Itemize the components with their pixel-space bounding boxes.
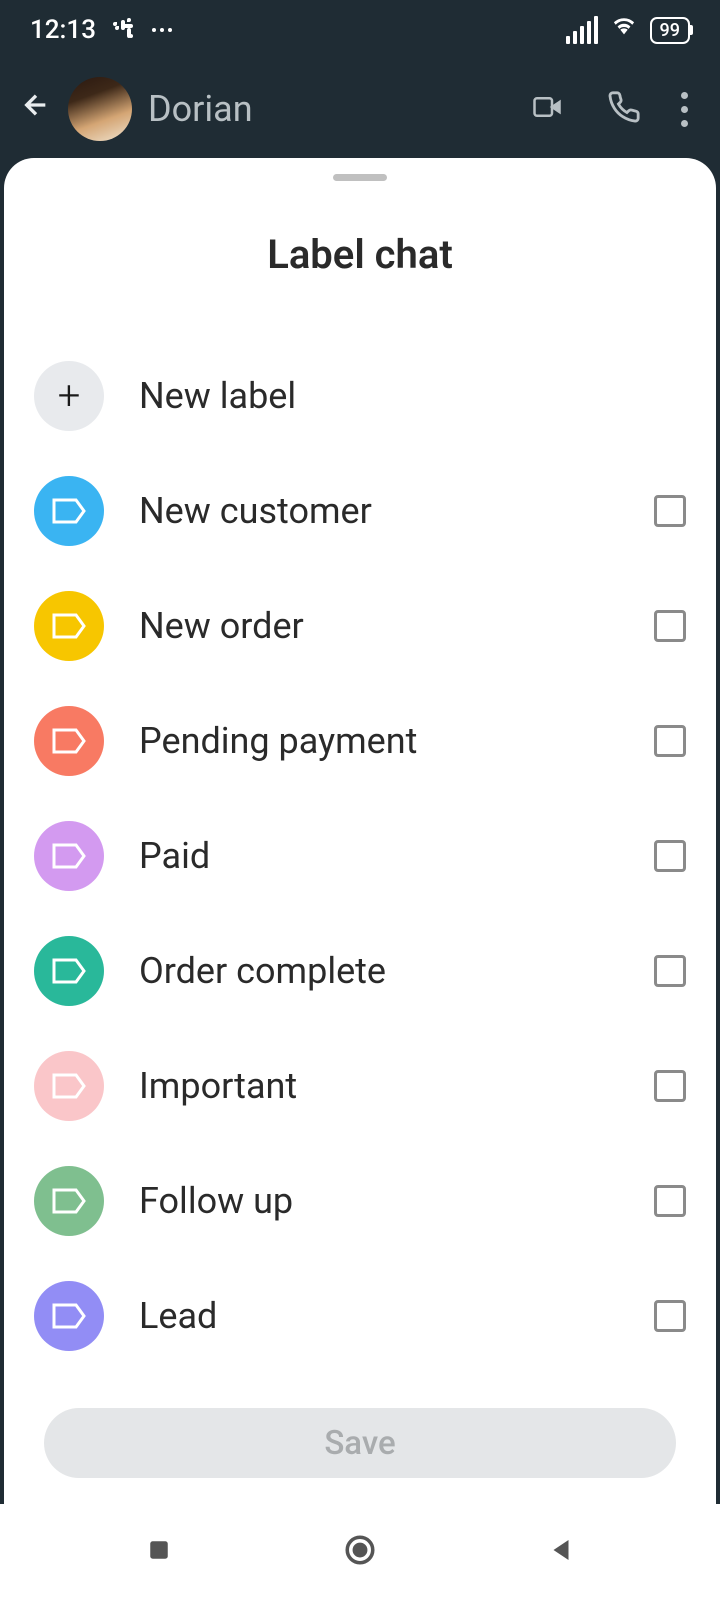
back-button[interactable] <box>20 88 52 130</box>
label-checkbox[interactable] <box>654 495 686 527</box>
status-bar: 12:13 99 <box>0 0 720 60</box>
header-actions <box>527 90 700 128</box>
label-name: Follow up <box>139 1180 654 1222</box>
video-call-button[interactable] <box>527 92 567 126</box>
nav-back-button[interactable] <box>546 1535 576 1569</box>
label-row[interactable]: Pending payment <box>34 683 686 798</box>
wifi-icon <box>610 15 638 45</box>
label-row[interactable]: New order <box>34 568 686 683</box>
label-tag-icon <box>34 1281 104 1351</box>
label-checkbox[interactable] <box>654 610 686 642</box>
slack-icon <box>112 15 136 46</box>
nav-home-button[interactable] <box>343 1533 377 1571</box>
label-name: Important <box>139 1065 654 1107</box>
label-row[interactable]: Lead <box>34 1258 686 1373</box>
label-chat-sheet: Label chat + New label New customer New … <box>4 158 716 1504</box>
navigation-bar <box>0 1504 720 1600</box>
label-row[interactable]: New customer <box>34 453 686 568</box>
label-row[interactable]: Important <box>34 1028 686 1143</box>
label-row[interactable]: Follow up <box>34 1143 686 1258</box>
label-tag-icon <box>34 1051 104 1121</box>
more-options-button[interactable] <box>681 92 688 127</box>
label-tag-icon <box>34 591 104 661</box>
label-row[interactable]: Paid <box>34 798 686 913</box>
status-right: 99 <box>566 15 690 45</box>
new-label-button[interactable]: + New label <box>34 338 686 453</box>
label-name: Paid <box>139 835 654 877</box>
new-label-text: New label <box>139 375 686 417</box>
labels-list: + New label New customer New order Pendi… <box>4 338 716 1373</box>
label-checkbox[interactable] <box>654 840 686 872</box>
contact-avatar[interactable] <box>68 77 132 141</box>
label-name: New customer <box>139 490 654 532</box>
save-button[interactable]: Save <box>44 1408 676 1478</box>
label-checkbox[interactable] <box>654 1070 686 1102</box>
battery-icon: 99 <box>650 17 690 44</box>
label-checkbox[interactable] <box>654 1185 686 1217</box>
chat-header: Dorian <box>0 60 720 158</box>
label-checkbox[interactable] <box>654 725 686 757</box>
voice-call-button[interactable] <box>607 90 641 128</box>
label-name: Lead <box>139 1295 654 1337</box>
nav-recent-button[interactable] <box>144 1535 174 1569</box>
label-name: Order complete <box>139 950 654 992</box>
status-time: 12:13 <box>30 15 96 45</box>
label-name: New order <box>139 605 654 647</box>
label-checkbox[interactable] <box>654 955 686 987</box>
contact-name[interactable]: Dorian <box>148 88 511 130</box>
sheet-drag-handle[interactable] <box>333 174 387 181</box>
sheet-title: Label chat <box>4 231 716 278</box>
signal-icon <box>566 16 598 44</box>
label-name: Pending payment <box>139 720 654 762</box>
label-tag-icon <box>34 936 104 1006</box>
label-row[interactable]: Order complete <box>34 913 686 1028</box>
label-tag-icon <box>34 476 104 546</box>
label-tag-icon <box>34 1166 104 1236</box>
more-notifications-icon <box>152 28 172 32</box>
status-left: 12:13 <box>30 15 172 46</box>
label-tag-icon <box>34 706 104 776</box>
label-tag-icon <box>34 821 104 891</box>
label-checkbox[interactable] <box>654 1300 686 1332</box>
plus-icon: + <box>34 361 104 431</box>
